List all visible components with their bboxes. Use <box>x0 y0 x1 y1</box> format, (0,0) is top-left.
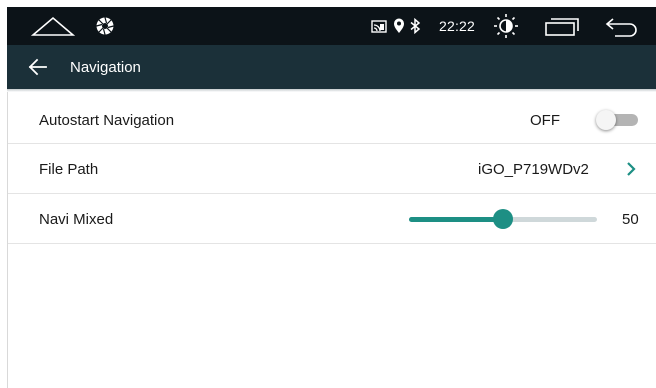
back-icon[interactable] <box>605 17 641 37</box>
page-title: Navigation <box>70 59 141 76</box>
page-header: Navigation <box>7 45 656 89</box>
navi-mixed-label: Navi Mixed <box>39 211 114 228</box>
file-path-label: File Path <box>39 161 99 178</box>
navi-mixed-slider[interactable] <box>406 207 600 231</box>
autostart-toggle[interactable] <box>596 110 640 130</box>
brightness-icon[interactable] <box>493 13 519 39</box>
setting-row-file-path[interactable]: File Path iGO_P719WDv2 <box>8 144 656 194</box>
setting-row-autostart[interactable]: Autostart Navigation OFF <box>8 94 656 144</box>
slider-thumb[interactable] <box>493 209 513 229</box>
setting-row-navi-mixed: Navi Mixed 50 <box>8 194 656 244</box>
status-clock: 22:22 <box>439 18 476 34</box>
chevron-right-icon[interactable] <box>625 161 637 177</box>
cast-icon <box>371 20 387 33</box>
slider-fill <box>409 217 503 222</box>
location-icon <box>394 18 404 33</box>
bluetooth-icon <box>410 18 421 34</box>
autostart-state: OFF <box>530 112 560 129</box>
window-icon[interactable] <box>545 18 579 36</box>
autostart-label: Autostart Navigation <box>39 112 175 129</box>
file-path-value: iGO_P719WDv2 <box>478 161 589 178</box>
arrow-left-icon[interactable] <box>27 57 49 77</box>
home-icon[interactable] <box>31 15 75 37</box>
settings-list: Autostart Navigation OFF File Path iGO_P… <box>7 92 656 388</box>
navi-mixed-value: 50 <box>622 211 639 228</box>
aperture-icon[interactable] <box>95 16 115 36</box>
status-bar: 22:22 <box>7 7 656 45</box>
toggle-thumb[interactable] <box>596 110 616 130</box>
